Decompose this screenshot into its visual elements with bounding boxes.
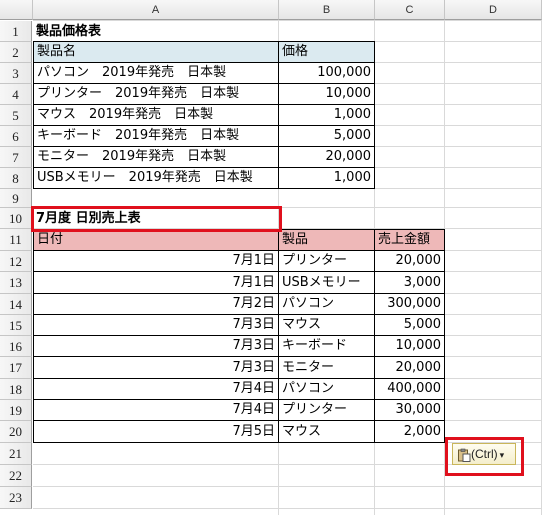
row-header-22[interactable]: 22 [0,465,32,487]
column-header-a[interactable]: A [33,0,279,20]
row-header-20[interactable]: 20 [0,421,32,443]
row-header-10[interactable]: 10 [0,208,32,229]
paste-options-button[interactable]: (Ctrl) ▾ [452,443,516,465]
price-item-price[interactable]: 1,000 [278,167,375,189]
sales-header-amount[interactable]: 売上金額 [374,229,445,251]
column-header-c[interactable]: C [375,0,445,20]
title-highlight-box [31,206,282,232]
row-header-9[interactable]: 9 [0,189,32,208]
sales-item-product[interactable]: パソコン [278,293,375,315]
price-item-name[interactable]: USBメモリー 2019年発売 日本製 [33,167,279,189]
sales-item-amount[interactable]: 3,000 [374,271,445,294]
sales-item-product[interactable]: USBメモリー [278,271,375,294]
row-header-6[interactable]: 6 [0,126,32,147]
price-item-price[interactable]: 1,000 [278,104,375,126]
sales-item-amount[interactable]: 5,000 [374,314,445,336]
price-table-title[interactable]: 製品価格表 [33,21,104,42]
price-header-price[interactable]: 価格 [278,41,375,63]
sales-item-amount[interactable]: 2,000 [374,420,445,443]
sales-item-amount[interactable]: 20,000 [374,250,445,272]
sales-item-date[interactable]: 7月3日 [33,335,279,357]
price-item-price[interactable]: 20,000 [278,146,375,168]
price-item-name[interactable]: キーボード 2019年発売 日本製 [33,125,279,147]
row-header-23[interactable]: 23 [0,487,32,509]
sales-item-product[interactable]: モニター [278,356,375,379]
sales-item-date[interactable]: 7月2日 [33,293,279,315]
sales-item-amount[interactable]: 30,000 [374,399,445,421]
column-header-d[interactable]: D [445,0,542,20]
price-item-price[interactable]: 100,000 [278,62,375,84]
sales-item-date[interactable]: 7月1日 [33,250,279,272]
row-header-7[interactable]: 7 [0,147,32,168]
gridline [33,508,542,509]
sales-item-amount[interactable]: 20,000 [374,356,445,379]
sales-item-product[interactable]: キーボード [278,335,375,357]
sales-item-date[interactable]: 7月4日 [33,399,279,421]
column-header-b[interactable]: B [279,0,375,20]
row-header-1[interactable]: 1 [0,21,32,42]
sales-header-date[interactable]: 日付 [33,229,279,251]
sales-item-product[interactable]: マウス [278,420,375,443]
row-header-15[interactable]: 15 [0,315,32,336]
price-item-name[interactable]: マウス 2019年発売 日本製 [33,104,279,126]
row-header-5[interactable]: 5 [0,105,32,126]
row-header-8[interactable]: 8 [0,168,32,189]
sales-item-amount[interactable]: 400,000 [374,378,445,400]
price-item-name[interactable]: パソコン 2019年発売 日本製 [33,62,279,84]
price-header-name[interactable]: 製品名 [33,41,279,63]
row-header-12[interactable]: 12 [0,251,32,272]
sales-item-product[interactable]: マウス [278,314,375,336]
sales-item-date[interactable]: 7月3日 [33,356,279,379]
row-header-21[interactable]: 21 [0,443,32,465]
row-header-3[interactable]: 3 [0,63,32,84]
price-item-name[interactable]: モニター 2019年発売 日本製 [33,146,279,168]
sales-item-date[interactable]: 7月3日 [33,314,279,336]
row-header-11[interactable]: 11 [0,229,32,251]
row-header-2[interactable]: 2 [0,42,32,63]
paste-options-label: (Ctrl) [471,447,498,461]
gridline [33,20,542,21]
row-header-17[interactable]: 17 [0,357,32,379]
price-item-price[interactable]: 5,000 [278,125,375,147]
select-all-corner[interactable] [0,0,33,20]
price-item-price[interactable]: 10,000 [278,83,375,105]
sales-item-product[interactable]: パソコン [278,378,375,400]
row-header-18[interactable]: 18 [0,379,32,400]
row-header-13[interactable]: 13 [0,272,32,294]
row-header-14[interactable]: 14 [0,294,32,315]
sales-item-amount[interactable]: 10,000 [374,335,445,357]
row-header-16[interactable]: 16 [0,336,32,357]
spreadsheet: ABCD 1 2 3 4 5 6 7 8 9 10 11 12 13 14 15 16 17 18 19 20 21 22… [0,0,542,515]
sales-header-product[interactable]: 製品 [278,229,375,251]
sales-item-date[interactable]: 7月5日 [33,420,279,443]
price-item-name[interactable]: プリンター 2019年発売 日本製 [33,83,279,105]
sales-item-amount[interactable]: 300,000 [374,293,445,315]
row-header-4[interactable]: 4 [0,84,32,105]
sales-item-date[interactable]: 7月4日 [33,378,279,400]
sales-item-product[interactable]: プリンター [278,399,375,421]
chevron-down-icon: ▾ [499,450,505,460]
sales-item-date[interactable]: 7月1日 [33,271,279,294]
gridline [33,486,542,487]
clipboard-icon [457,448,471,462]
sales-item-product[interactable]: プリンター [278,250,375,272]
row-header-19[interactable]: 19 [0,400,32,421]
